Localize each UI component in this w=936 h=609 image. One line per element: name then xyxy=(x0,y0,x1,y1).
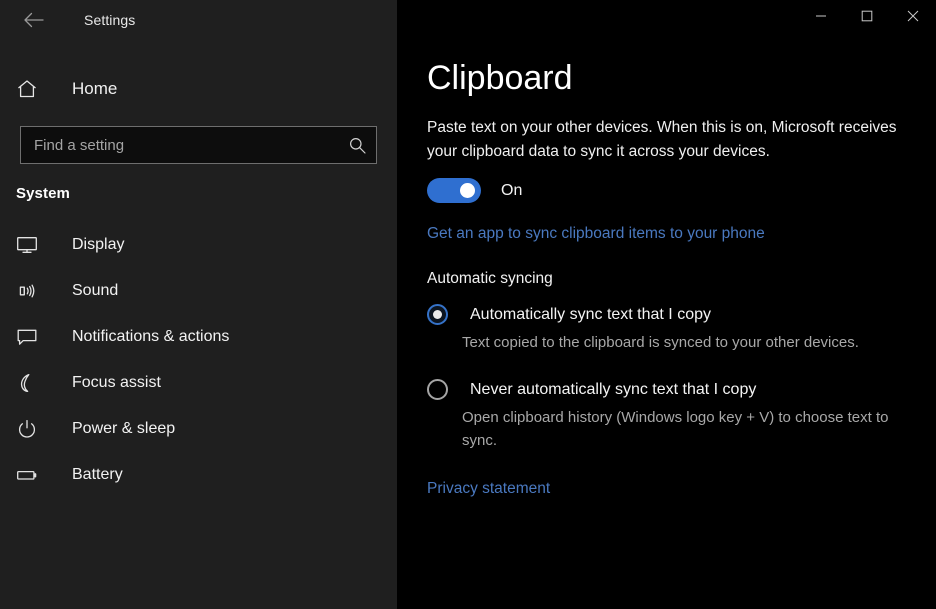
sidebar: Settings Home System xyxy=(0,0,397,609)
minimize-icon[interactable] xyxy=(798,0,844,32)
search-icon[interactable] xyxy=(349,137,366,154)
clipboard-settings-content: Clipboard Paste text on your other devic… xyxy=(397,0,936,498)
radio-label-auto-sync: Automatically sync text that I copy xyxy=(470,305,711,323)
radio-button-never-sync[interactable] xyxy=(427,379,448,400)
sidebar-item-notifications[interactable]: Notifications & actions xyxy=(0,314,397,360)
search-input[interactable] xyxy=(34,136,349,154)
back-arrow-icon[interactable] xyxy=(12,4,56,36)
sidebar-item-sound-label: Sound xyxy=(72,282,119,299)
privacy-statement-link[interactable]: Privacy statement xyxy=(427,480,550,498)
radio-description-auto-sync: Text copied to the clipboard is synced t… xyxy=(462,334,859,351)
sidebar-item-display[interactable]: Display xyxy=(0,222,397,268)
sidebar-item-power-sleep-label: Power & sleep xyxy=(72,420,176,437)
page-title: Clipboard xyxy=(427,59,573,97)
battery-icon xyxy=(16,467,48,483)
radio-description-never-sync: Open clipboard history (Windows logo key… xyxy=(462,409,889,449)
toggle-state-label: On xyxy=(501,181,523,199)
monitor-icon xyxy=(16,236,48,254)
automatic-syncing-heading: Automatic syncing xyxy=(427,270,553,287)
chat-bubble-icon xyxy=(16,328,48,346)
radio-option-auto-sync[interactable]: Automatically sync text that I copy Text… xyxy=(427,304,936,354)
close-icon[interactable] xyxy=(890,0,936,32)
sidebar-item-home-label: Home xyxy=(72,79,118,98)
sidebar-item-sound[interactable]: Sound xyxy=(0,268,397,314)
sidebar-titlebar: Settings xyxy=(0,0,397,40)
app-title: Settings xyxy=(84,12,136,28)
settings-window: Settings Home System xyxy=(0,0,936,609)
home-icon xyxy=(16,79,48,99)
get-app-link[interactable]: Get an app to sync clipboard items to yo… xyxy=(427,225,765,243)
power-icon xyxy=(16,419,48,439)
sidebar-item-focus-assist-label: Focus assist xyxy=(72,374,161,391)
search-box[interactable] xyxy=(20,126,377,164)
radio-row-auto-sync[interactable]: Automatically sync text that I copy xyxy=(427,304,936,325)
main-panel: Clipboard Paste text on your other devic… xyxy=(397,0,936,609)
toggle-knob xyxy=(460,183,475,198)
radio-option-never-sync[interactable]: Never automatically sync text that I cop… xyxy=(427,379,936,452)
page-description: Paste text on your other devices. When t… xyxy=(427,119,897,160)
sidebar-item-notifications-label: Notifications & actions xyxy=(72,328,230,345)
window-controls xyxy=(798,0,936,32)
sidebar-item-focus-assist[interactable]: Focus assist xyxy=(0,360,397,406)
speaker-icon xyxy=(16,282,48,300)
sidebar-group-label: System xyxy=(16,185,70,202)
sidebar-nav-list: Display Sound Notifications & actions Fo… xyxy=(0,222,397,498)
crescent-moon-icon xyxy=(16,373,48,393)
sidebar-item-display-label: Display xyxy=(72,236,125,253)
sidebar-item-battery-label: Battery xyxy=(72,466,123,483)
radio-button-auto-sync[interactable] xyxy=(427,304,448,325)
automatic-syncing-radio-group: Automatically sync text that I copy Text… xyxy=(427,304,936,452)
radio-row-never-sync[interactable]: Never automatically sync text that I cop… xyxy=(427,379,936,400)
sidebar-item-battery[interactable]: Battery xyxy=(0,452,397,498)
clipboard-sync-toggle-row: On xyxy=(427,178,936,203)
clipboard-sync-toggle[interactable] xyxy=(427,178,481,203)
sidebar-item-power-sleep[interactable]: Power & sleep xyxy=(0,406,397,452)
maximize-icon[interactable] xyxy=(844,0,890,32)
sidebar-item-home[interactable]: Home xyxy=(0,68,397,110)
radio-label-never-sync: Never automatically sync text that I cop… xyxy=(470,380,757,398)
